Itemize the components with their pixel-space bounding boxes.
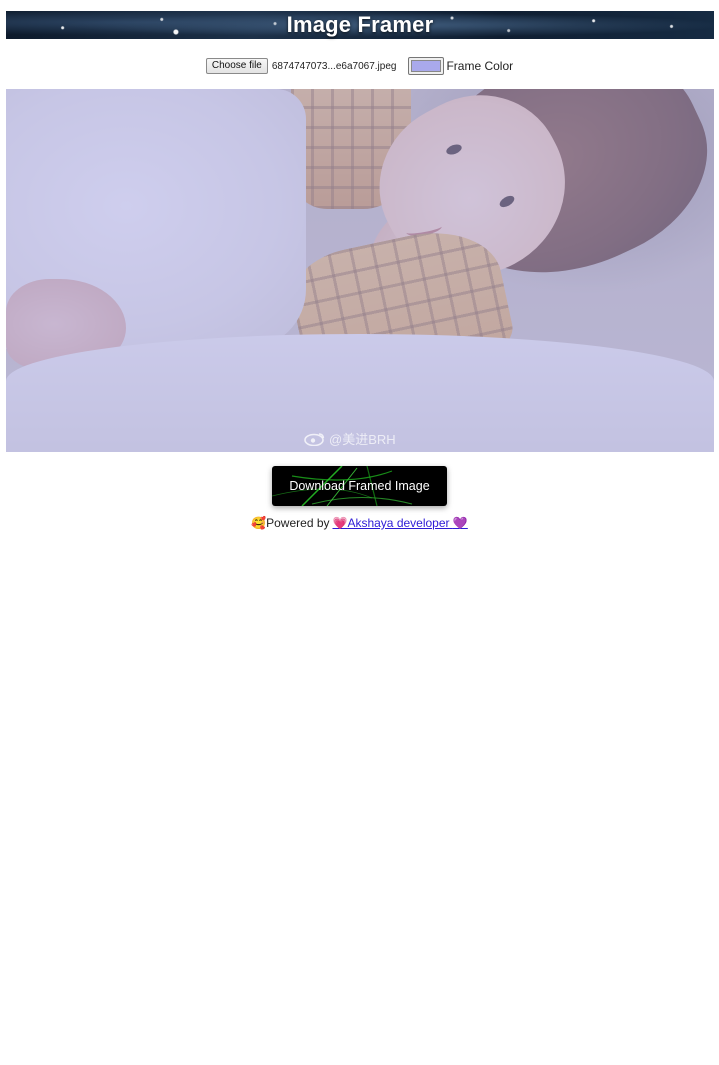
weibo-icon bbox=[304, 432, 325, 446]
framed-image-preview: @美进BRH bbox=[6, 89, 714, 452]
download-framed-image-button[interactable]: Download Framed Image bbox=[272, 466, 447, 506]
download-button-label: Download Framed Image bbox=[289, 479, 430, 493]
photo-watermark: @美进BRH bbox=[304, 429, 396, 448]
sparkling-heart-icon: 💗 bbox=[332, 516, 348, 530]
frame-color-swatch bbox=[411, 60, 442, 72]
footer: 🥰 Powered by 💗Akshaya developer 💜 bbox=[0, 515, 719, 531]
watermark-text: @美进BRH bbox=[329, 432, 396, 447]
purple-heart-icon: 💜 bbox=[452, 516, 468, 530]
controls-bar: Choose file 6874747073...e6a7067.jpeg Fr… bbox=[0, 56, 719, 76]
frame-color-label: Frame Color bbox=[446, 59, 514, 73]
frame-color-picker[interactable] bbox=[408, 57, 445, 75]
smiling-hearts-emoji-icon: 🥰 bbox=[251, 516, 267, 530]
page-title: Image Framer bbox=[286, 12, 434, 37]
header-banner: Image Framer bbox=[6, 11, 714, 39]
developer-link[interactable]: 💗Akshaya developer 💜 bbox=[333, 516, 468, 530]
powered-by-text: Powered by bbox=[266, 516, 330, 530]
frame-color-overlay bbox=[6, 89, 714, 452]
selected-file-name: 6874747073...e6a7067.jpeg bbox=[271, 60, 397, 72]
developer-link-text: Akshaya developer bbox=[347, 516, 450, 530]
choose-file-button[interactable]: Choose file bbox=[205, 58, 268, 74]
